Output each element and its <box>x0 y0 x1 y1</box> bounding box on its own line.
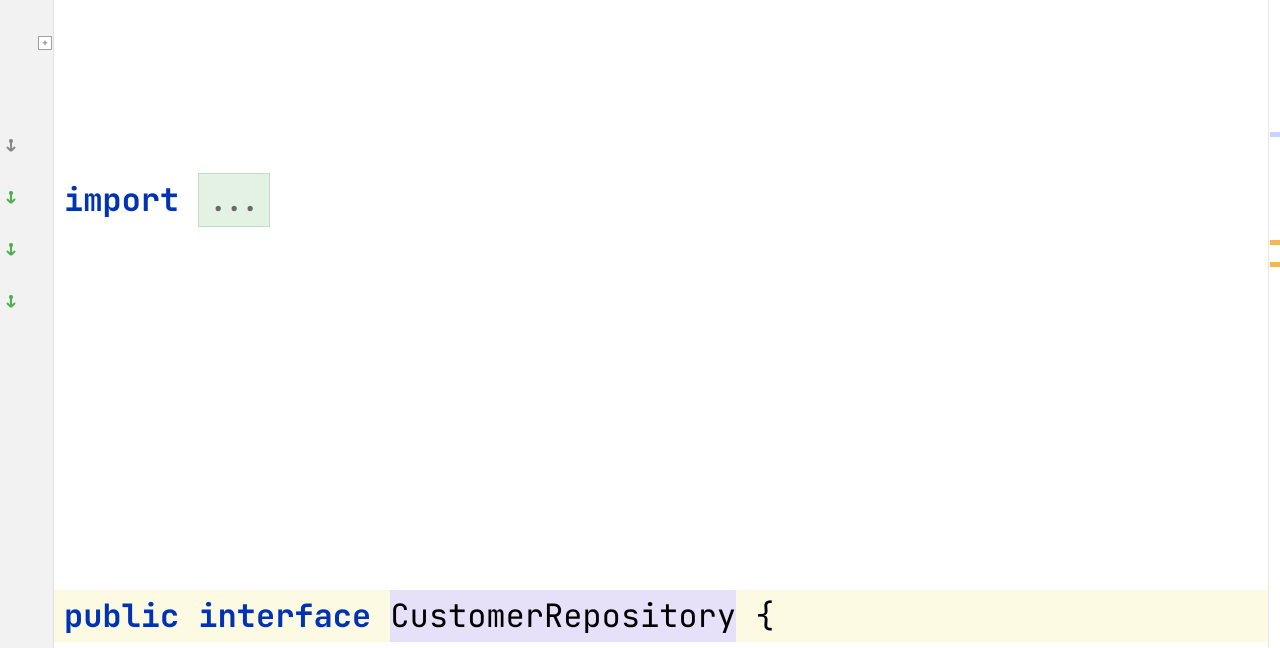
stripe-caret-mark[interactable] <box>1270 132 1280 137</box>
code-line-import[interactable]: import ... <box>54 174 1280 226</box>
folded-region[interactable]: ... <box>198 173 270 227</box>
keyword-public: public <box>64 590 179 642</box>
class-name: CustomerRepository <box>390 590 736 642</box>
code-editor[interactable]: + import ... public interface CustomerRe… <box>0 0 1280 648</box>
code-line-declaration[interactable]: public interface CustomerRepository { <box>54 590 1280 642</box>
editor-gutter[interactable]: + <box>0 0 54 648</box>
code-area[interactable]: import ... public interface CustomerRepo… <box>54 0 1280 648</box>
plus-icon: + <box>42 38 48 48</box>
stripe-warning-mark[interactable] <box>1270 262 1280 267</box>
brace-open: { <box>736 590 774 642</box>
code-line-blank[interactable] <box>54 382 1280 434</box>
error-stripe[interactable] <box>1268 0 1280 648</box>
fold-expand-icon[interactable]: + <box>38 36 52 50</box>
override-indicator-icon[interactable] <box>2 138 20 156</box>
keyword-interface: interface <box>198 590 371 642</box>
implemented-indicator-icon[interactable] <box>2 294 20 312</box>
implemented-indicator-icon[interactable] <box>2 242 20 260</box>
implemented-indicator-icon[interactable] <box>2 190 20 208</box>
stripe-warning-mark[interactable] <box>1270 240 1280 245</box>
keyword-import: import <box>64 174 179 226</box>
